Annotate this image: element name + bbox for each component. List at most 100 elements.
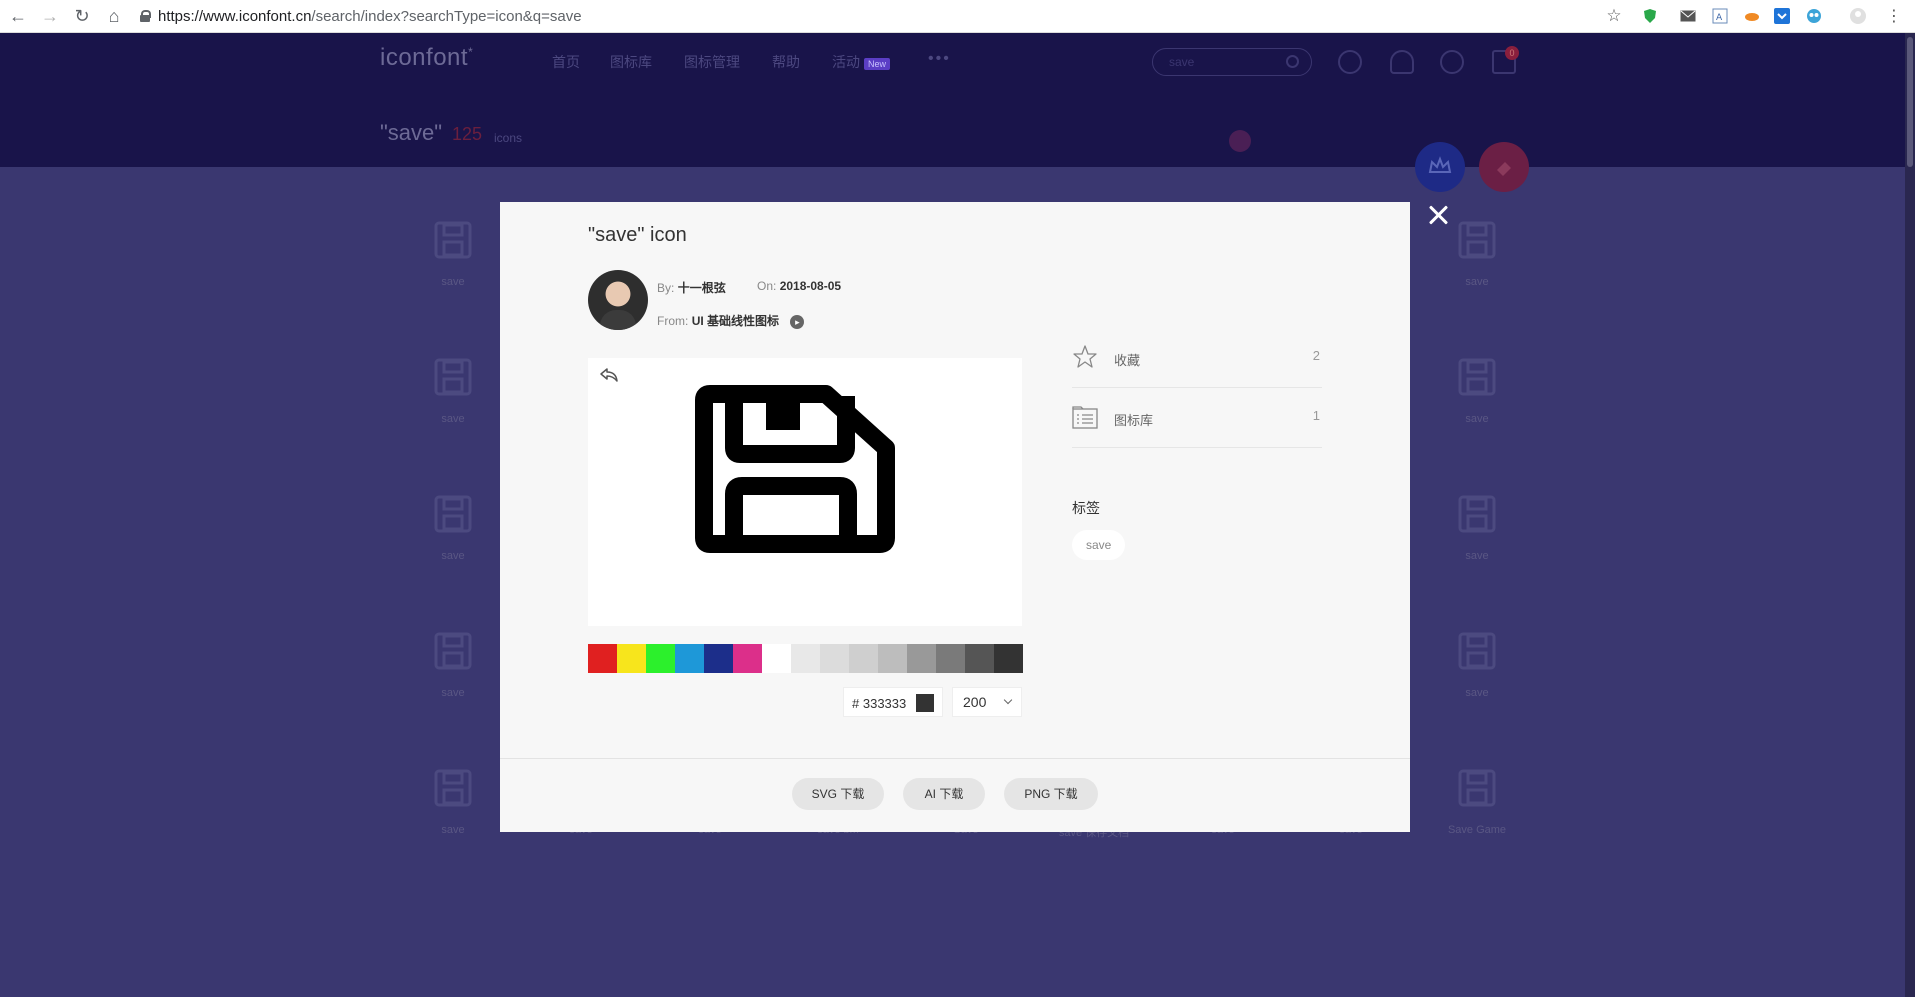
- paint-float-button[interactable]: [1479, 142, 1529, 192]
- close-icon[interactable]: [1423, 200, 1453, 230]
- more-dots-icon[interactable]: •••: [928, 50, 951, 68]
- svg-download-button[interactable]: SVG 下载: [792, 778, 884, 810]
- user-circle-icon[interactable]: [1338, 50, 1362, 74]
- from-label: From:: [657, 314, 689, 328]
- stat-favorites[interactable]: 收藏 2: [1072, 328, 1322, 388]
- favorites-label: 收藏: [1114, 353, 1141, 368]
- palette-swatch[interactable]: [936, 644, 965, 673]
- grid-save-icon[interactable]: [433, 768, 473, 808]
- reload-icon[interactable]: ↻: [68, 2, 96, 30]
- nav-events[interactable]: 活动 New: [832, 52, 891, 72]
- palette-swatch[interactable]: [733, 644, 762, 673]
- color-palette: [588, 644, 1023, 673]
- url-host: https://www.iconfont.cn: [158, 7, 312, 25]
- profile-avatar-icon[interactable]: [1848, 6, 1868, 26]
- site-search-value: save: [1169, 55, 1195, 69]
- tag-save[interactable]: save: [1072, 530, 1126, 560]
- dim-dot: [1229, 130, 1251, 152]
- palette-swatch[interactable]: [820, 644, 849, 673]
- palette-swatch[interactable]: [994, 644, 1023, 673]
- cart-count-badge: 0: [1505, 46, 1519, 60]
- upload-cloud-icon[interactable]: [1390, 50, 1414, 74]
- png-download-button[interactable]: PNG 下载: [1004, 778, 1098, 810]
- globe-icon[interactable]: [1440, 50, 1464, 74]
- back-icon[interactable]: ←: [4, 2, 32, 30]
- grid-save-icon[interactable]: [1457, 631, 1497, 671]
- author-meta: By: 十一根弦: [657, 279, 726, 296]
- menu-kebab-icon[interactable]: ⋮: [1884, 6, 1904, 26]
- grid-icon-label: save: [1465, 276, 1489, 288]
- grid-save-icon[interactable]: [433, 357, 473, 397]
- palette-swatch[interactable]: [965, 644, 994, 673]
- site-search-input[interactable]: save: [1152, 48, 1312, 76]
- palette-swatch[interactable]: [646, 644, 675, 673]
- palette-swatch[interactable]: [907, 644, 936, 673]
- nav-icon-manage[interactable]: 图标管理: [684, 52, 740, 72]
- download-extension-icon[interactable]: [1772, 6, 1792, 26]
- grid-save-icon[interactable]: [433, 220, 473, 260]
- list-icon[interactable]: [1072, 406, 1098, 430]
- undo-icon[interactable]: [598, 366, 620, 386]
- size-select[interactable]: 200: [952, 687, 1022, 717]
- grid-icon-label: save: [1465, 413, 1489, 425]
- library-name[interactable]: UI 基础线性图标: [692, 314, 779, 328]
- grid-save-icon[interactable]: [433, 494, 473, 534]
- palette-swatch[interactable]: [617, 644, 646, 673]
- author-avatar[interactable]: [588, 270, 648, 330]
- home-icon[interactable]: ⌂: [100, 2, 128, 30]
- search-result-count: 125: [452, 124, 483, 144]
- mail-extension-icon[interactable]: [1678, 6, 1698, 26]
- nav-icon-library[interactable]: 图标库: [610, 52, 652, 72]
- grid-icon-label: save: [441, 687, 465, 699]
- forward-icon[interactable]: →: [36, 2, 64, 30]
- grid-save-icon[interactable]: [1457, 220, 1497, 260]
- cloud-extension-icon[interactable]: [1742, 6, 1762, 26]
- size-value: 200: [963, 694, 987, 710]
- translate-extension-icon[interactable]: A: [1710, 6, 1730, 26]
- favorites-count: 2: [1312, 348, 1320, 363]
- stat-libraries[interactable]: 图标库 1: [1072, 388, 1322, 448]
- palette-swatch[interactable]: [762, 644, 791, 673]
- chevron-right-icon[interactable]: ▸: [790, 314, 805, 329]
- from-meta[interactable]: From: UI 基础线性图标 ▸: [657, 312, 805, 329]
- palette-swatch[interactable]: [849, 644, 878, 673]
- site-logo[interactable]: iconfont*: [380, 44, 473, 72]
- grid-save-icon[interactable]: [1457, 494, 1497, 534]
- star-icon[interactable]: [1072, 344, 1098, 370]
- grid-save-icon[interactable]: [433, 631, 473, 671]
- grid-save-icon[interactable]: [1457, 768, 1497, 808]
- address-bar[interactable]: https://www.iconfont.cn/search/index?sea…: [140, 4, 582, 28]
- search-result-title: "save": [380, 120, 443, 145]
- upload-date: 2018-08-05: [779, 279, 842, 293]
- nav-help[interactable]: 帮助: [772, 52, 800, 72]
- modal-title: "save" icon: [588, 224, 687, 246]
- nav-home[interactable]: 首页: [552, 52, 580, 72]
- palette-swatch[interactable]: [588, 644, 617, 673]
- search-icon[interactable]: [1286, 55, 1299, 68]
- page-scrollbar[interactable]: [1905, 33, 1915, 997]
- hex-color-input[interactable]: # 333333: [843, 687, 943, 717]
- palette-swatch[interactable]: [878, 644, 907, 673]
- color-swatch[interactable]: [916, 694, 934, 712]
- author-name[interactable]: 十一根弦: [678, 281, 726, 295]
- owl-extension-icon[interactable]: [1804, 6, 1824, 26]
- palette-swatch[interactable]: [791, 644, 820, 673]
- new-badge: New: [864, 58, 891, 70]
- nav-events-label: 活动: [832, 54, 860, 70]
- svg-text:A: A: [1716, 13, 1723, 23]
- palette-swatch[interactable]: [675, 644, 704, 673]
- site-header: [0, 33, 1905, 167]
- floppy-disk-icon: [695, 385, 895, 553]
- chevron-down-icon: [1003, 695, 1013, 705]
- browser-toolbar: ← → ↻ ⌂ https://www.iconfont.cn/search/i…: [0, 0, 1915, 33]
- grid-icon-label: Save Game: [1447, 824, 1507, 836]
- scrollbar-thumb[interactable]: [1907, 37, 1913, 167]
- palette-swatch[interactable]: [704, 644, 733, 673]
- grid-save-icon[interactable]: [1457, 357, 1497, 397]
- shield-extension-icon[interactable]: [1640, 6, 1660, 26]
- grid-icon-label: save: [441, 824, 465, 836]
- crown-float-button[interactable]: [1415, 142, 1465, 192]
- libraries-label: 图标库: [1114, 413, 1154, 428]
- bookmark-star-icon[interactable]: ☆: [1604, 6, 1624, 26]
- ai-download-button[interactable]: AI 下载: [903, 778, 985, 810]
